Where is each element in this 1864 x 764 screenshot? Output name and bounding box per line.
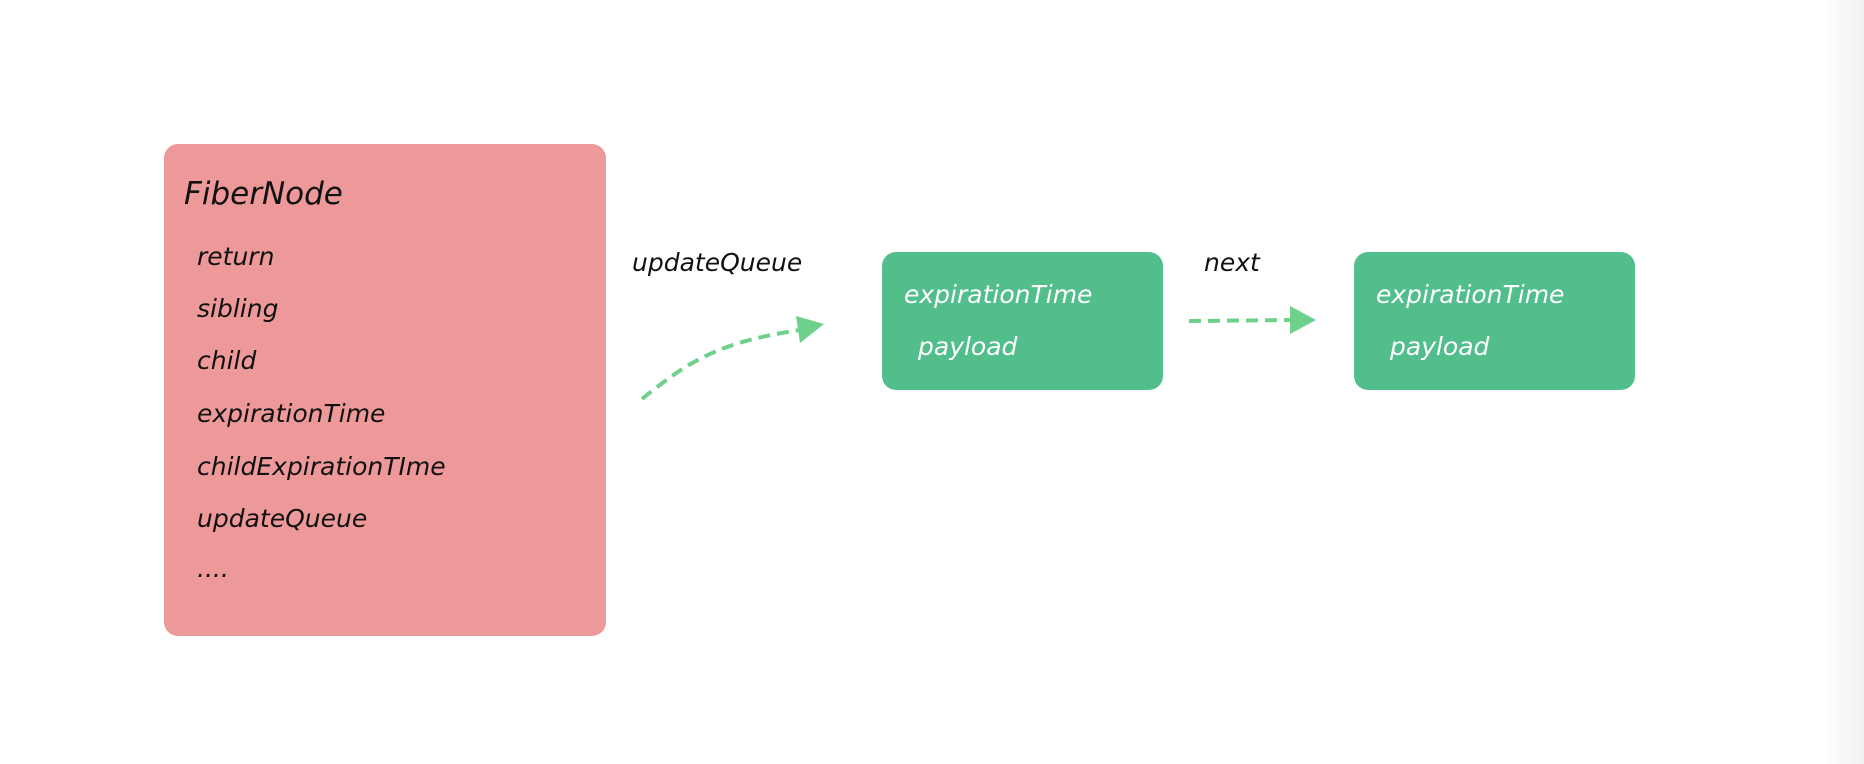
next-arrow	[1188, 318, 1293, 323]
arrows-layer	[640, 306, 1316, 401]
update-queue-arrowhead	[796, 316, 824, 343]
update-queue-arrow	[640, 328, 801, 401]
next-arrowhead	[1290, 306, 1316, 334]
